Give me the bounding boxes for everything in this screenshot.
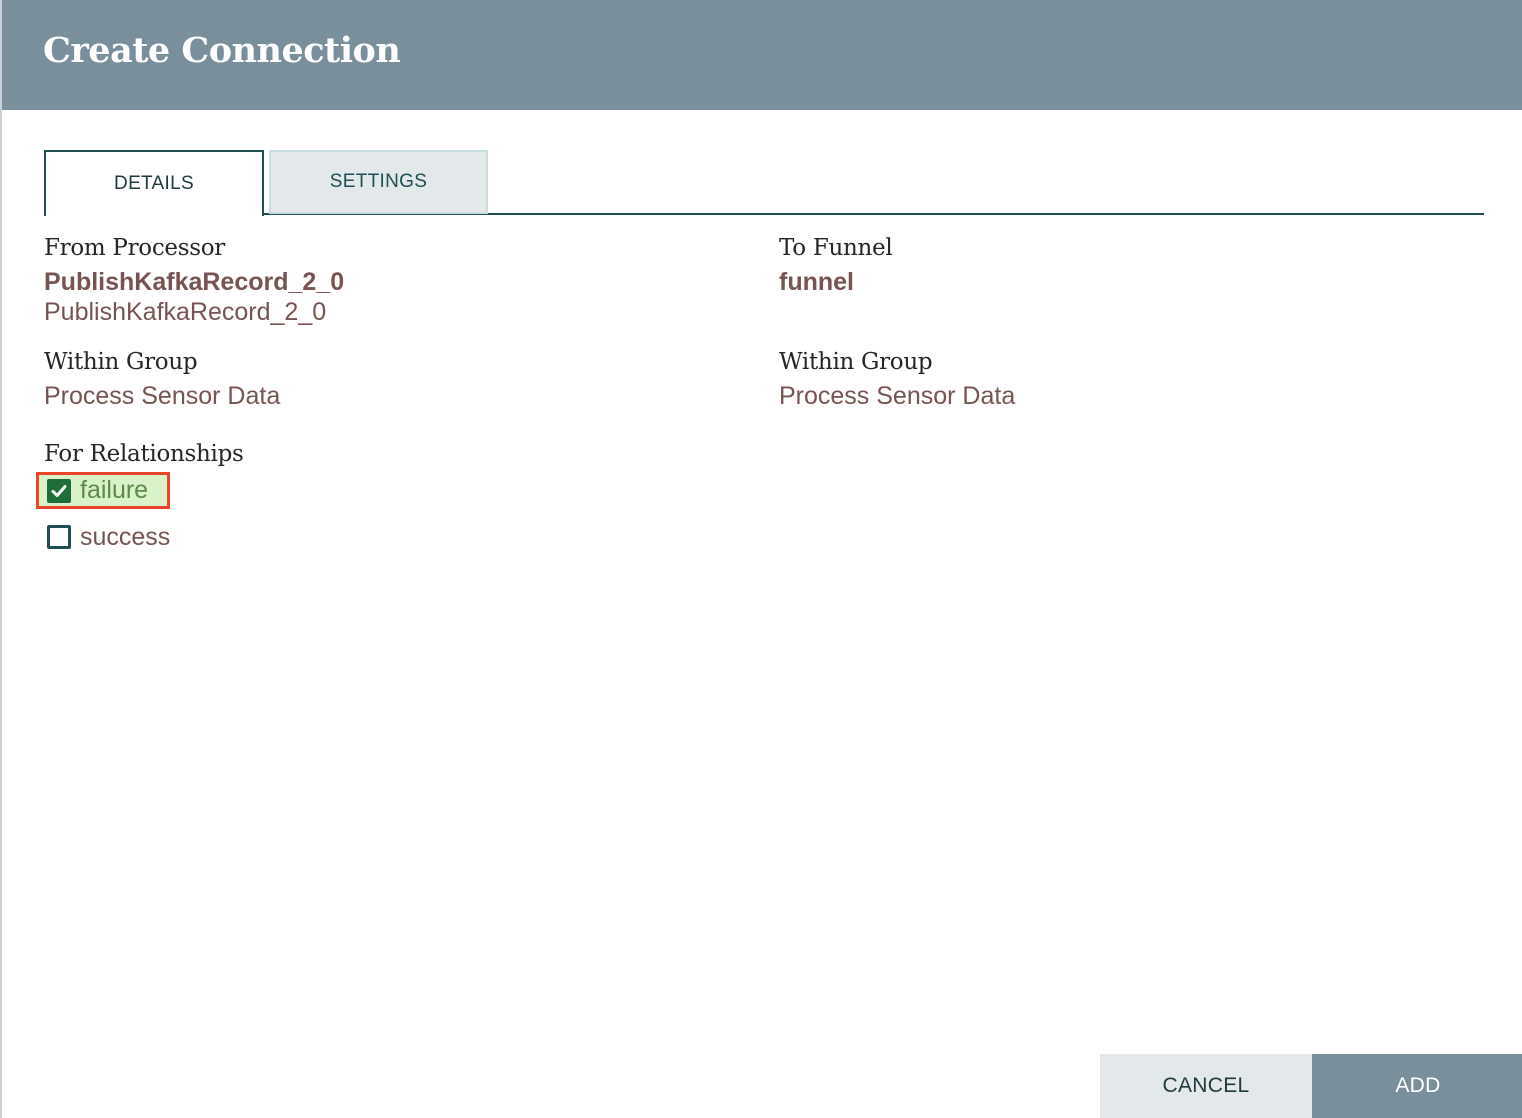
destination-group-label: Within Group [779, 349, 933, 375]
cancel-button[interactable]: CANCEL [1100, 1054, 1312, 1118]
relationship-success[interactable]: success [44, 520, 170, 554]
destination-name: funnel [779, 268, 854, 296]
to-funnel-label: To Funnel [779, 235, 893, 261]
for-relationships-label: For Relationships [44, 441, 244, 467]
relationship-failure-label: failure [80, 476, 149, 504]
checkbox-checked-icon[interactable] [47, 478, 71, 503]
tab-details[interactable]: DETAILS [44, 150, 264, 216]
add-button[interactable]: ADD [1312, 1054, 1522, 1118]
source-name: PublishKafkaRecord_2_0 [44, 268, 345, 296]
tab-bar: DETAILS SETTINGS [44, 150, 1484, 216]
destination-group: Process Sensor Data [779, 382, 1016, 410]
relationship-failure[interactable]: failure [36, 472, 170, 509]
source-group: Process Sensor Data [44, 382, 281, 410]
source-type: PublishKafkaRecord_2_0 [44, 298, 327, 326]
tab-settings[interactable]: SETTINGS [269, 150, 488, 214]
create-connection-dialog: Create Connection DETAILS SETTINGS From … [0, 0, 1522, 1118]
checkbox-unchecked-icon[interactable] [47, 525, 71, 549]
relationship-success-label: success [80, 522, 171, 551]
dialog-title: Create Connection [43, 30, 401, 71]
source-group-label: Within Group [44, 349, 198, 375]
from-processor-label: From Processor [44, 235, 225, 261]
dialog-header: Create Connection [2, 0, 1522, 110]
